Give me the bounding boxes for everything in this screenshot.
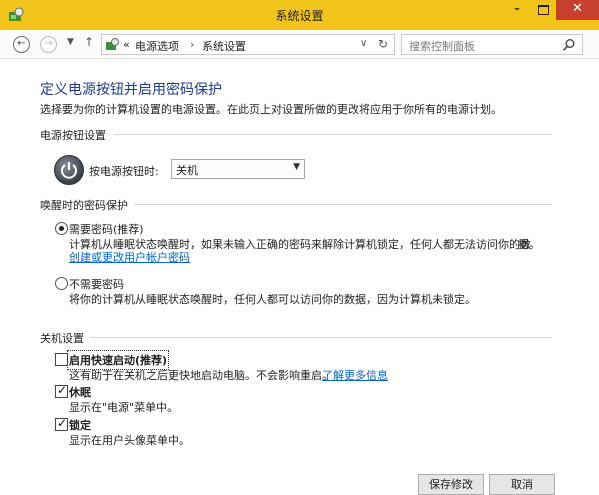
checkmark-icon: ✓ xyxy=(57,383,68,397)
save-button[interactable]: 保存修改 xyxy=(418,474,484,495)
footer-buttons: 保存修改 取消 xyxy=(0,469,599,495)
page-title: 定义电源按钮并启用密码保护 xyxy=(40,82,222,98)
fast-startup-label[interactable]: 启用快速启动(推荐) xyxy=(66,350,170,370)
fast-startup-desc: 这有助于在关机之后更快地启动电脑。不会影响重启。 xyxy=(69,369,333,382)
search-input[interactable]: 搜索控制面板 xyxy=(409,38,475,54)
section-shutdown: 关机设置 xyxy=(40,332,84,345)
chevron-down-icon: ▼ xyxy=(67,37,74,47)
arrow-up-icon: ↑ xyxy=(84,35,95,49)
no-password-radio[interactable] xyxy=(55,277,68,290)
search-box[interactable]: 搜索控制面板 xyxy=(401,34,583,55)
maximize-button[interactable] xyxy=(530,0,556,20)
cancel-button[interactable]: 取消 xyxy=(489,474,555,495)
require-password-desc-cont: 据。 xyxy=(518,238,540,251)
arrow-left-icon: ← xyxy=(17,38,26,49)
no-password-desc: 将你的计算机从睡眠状态唤醒时，任何人都可以访问你的数据，因为计算机未锁定。 xyxy=(69,293,476,306)
section-power-button: 电源按钮设置 xyxy=(40,129,106,142)
require-password-radio[interactable] xyxy=(55,222,68,235)
power-button-action-value: 关机 xyxy=(176,164,198,177)
navigation-bar: ← → ▼ ↑ « 电源选项 › 系统设置 ∨ ↻ 搜索控制面板 xyxy=(0,30,599,59)
require-password-label[interactable]: 需要密码(推荐) xyxy=(69,221,144,237)
lock-desc: 显示在用户头像菜单中。 xyxy=(69,434,190,447)
up-button[interactable]: ↑ xyxy=(84,35,94,49)
page-subtitle: 选择要为你的计算机设置的电源设置。在此页上对设置所做的更改将应用于你所有的电源计… xyxy=(40,103,502,116)
learn-more-link[interactable]: 了解更多信息 xyxy=(322,367,388,383)
chevron-down-icon: ∨ xyxy=(360,38,368,49)
chevron-down-icon: ▼ xyxy=(293,162,300,172)
checkmark-icon: ✓ xyxy=(57,416,68,430)
section-divider xyxy=(114,134,552,135)
lock-checkbox[interactable]: ✓ xyxy=(55,416,68,431)
power-button-action-select[interactable]: 关机 ▼ xyxy=(171,159,305,179)
search-icon[interactable] xyxy=(562,38,576,52)
back-button[interactable]: ← xyxy=(13,36,30,53)
breadcrumb-item-power-options[interactable]: 电源选项 xyxy=(135,38,179,54)
address-bar[interactable]: « 电源选项 › 系统设置 ∨ ↻ xyxy=(101,34,395,55)
control-panel-icon xyxy=(106,38,119,50)
section-wake-password: 唤醒时的密码保护 xyxy=(40,199,128,212)
arrow-right-icon: → xyxy=(44,38,53,49)
power-button-label: 按电源按钮时: xyxy=(89,165,159,178)
maximize-icon xyxy=(537,5,549,15)
change-password-link[interactable]: 创建或更改用户帐户密码 xyxy=(69,249,190,265)
address-dropdown-button[interactable]: ∨ xyxy=(360,38,367,49)
no-password-label[interactable]: 不需要密码 xyxy=(69,276,124,292)
breadcrumb-overflow[interactable]: « xyxy=(123,38,130,51)
section-divider xyxy=(134,204,552,205)
refresh-button[interactable]: ↻ xyxy=(378,37,388,51)
title-bar: 系统设置 – ✕ xyxy=(0,0,599,30)
radio-selected-dot xyxy=(59,226,64,231)
hibernate-desc: 显示在"电源"菜单中。 xyxy=(69,401,179,414)
minimize-button[interactable]: – xyxy=(504,0,530,20)
breadcrumb-separator[interactable]: › xyxy=(190,38,194,51)
refresh-icon: ↻ xyxy=(378,37,389,51)
section-divider xyxy=(90,337,552,338)
power-icon xyxy=(54,155,84,185)
fast-startup-checkbox[interactable] xyxy=(55,353,68,366)
main-content: 定义电源按钮并启用密码保护 选择要为你的计算机设置的电源设置。在此页上对设置所做… xyxy=(0,59,599,495)
hibernate-checkbox[interactable]: ✓ xyxy=(55,383,68,398)
forward-button[interactable]: → xyxy=(40,36,57,53)
recent-locations-button[interactable]: ▼ xyxy=(67,37,74,47)
hibernate-label[interactable]: 休眠 xyxy=(69,384,91,400)
lock-label[interactable]: 锁定 xyxy=(69,417,91,433)
breadcrumb-item-system-settings[interactable]: 系统设置 xyxy=(202,38,246,54)
close-button[interactable]: ✕ xyxy=(556,0,599,20)
